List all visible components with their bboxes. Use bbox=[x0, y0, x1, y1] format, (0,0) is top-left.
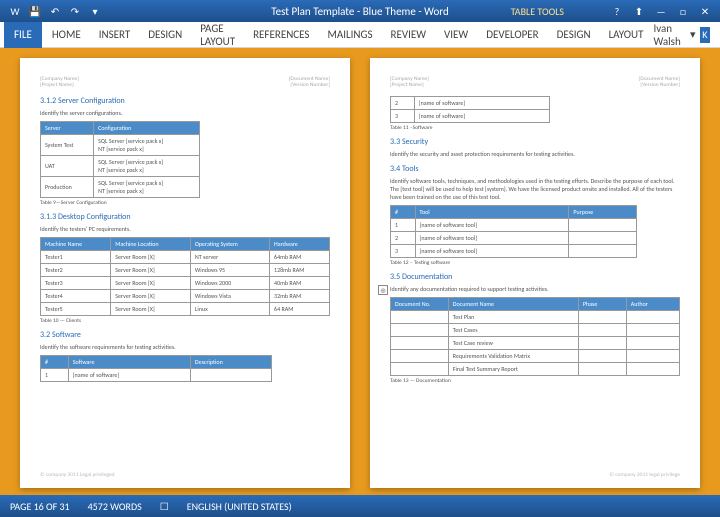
status-words[interactable]: 4572 WORDS bbox=[88, 500, 142, 513]
document-page-right[interactable]: [Company Name][Project Name] [Document N… bbox=[370, 58, 700, 488]
table-row: UATSQL Server [service pack x] NT [servi… bbox=[41, 156, 200, 177]
tab-review[interactable]: REVIEW bbox=[383, 24, 435, 45]
quick-access-toolbar: W 💾 ↶ ↷ ▾ bbox=[0, 4, 110, 18]
section-3-1-2-body[interactable]: Identify the server configurations. bbox=[40, 109, 330, 117]
user-name: Ivan Walsh bbox=[653, 22, 686, 48]
table-row: Test Plan bbox=[391, 311, 680, 324]
table-row: Tester3Server Room [X]Windows 200040mb R… bbox=[41, 277, 330, 290]
tab-references[interactable]: REFERENCES bbox=[245, 24, 317, 45]
section-3-2-body[interactable]: Identify the software requirements for t… bbox=[40, 343, 330, 351]
table-row: #SoftwareDescription bbox=[41, 356, 272, 369]
table-row: Tester4Server Room [X]Windows Vista32mb … bbox=[41, 290, 330, 303]
undo-icon[interactable]: ↶ bbox=[48, 4, 62, 18]
save-icon[interactable]: 💾 bbox=[28, 4, 42, 18]
table-tools[interactable]: #ToolPurpose 1[name of software tool] 2[… bbox=[390, 205, 637, 258]
status-bar: PAGE 16 OF 31 4572 WORDS ☐ ENGLISH (UNIT… bbox=[0, 495, 720, 517]
table-row: ServerConfiguration bbox=[41, 122, 200, 135]
tab-page-layout[interactable]: PAGE LAYOUT bbox=[192, 18, 243, 52]
section-3-1-3-body[interactable]: Identify the testers' PC requirements. bbox=[40, 225, 330, 233]
tab-developer[interactable]: DEVELOPER bbox=[478, 24, 546, 45]
file-tab[interactable]: FILE bbox=[4, 22, 42, 48]
tab-home[interactable]: HOME bbox=[44, 24, 89, 45]
table-row: Test Cases bbox=[391, 324, 680, 337]
table-row: 2[name of software tool] bbox=[391, 232, 637, 245]
ribbon-tabs: FILE HOME INSERT DESIGN PAGE LAYOUT REFE… bbox=[0, 22, 720, 48]
section-3-5-title[interactable]: 3.5 Documentation bbox=[390, 272, 680, 282]
table-row: Tester2Server Room [X]Windows 95128mb RA… bbox=[41, 264, 330, 277]
status-language[interactable]: ENGLISH (UNITED STATES) bbox=[187, 500, 292, 513]
table-documentation[interactable]: Document No.Document NamePhaseAuthor Tes… bbox=[390, 297, 680, 376]
section-3-4-body[interactable]: Identify software tools, techniques, and… bbox=[390, 177, 680, 201]
tab-table-design[interactable]: DESIGN bbox=[549, 24, 599, 45]
redo-icon[interactable]: ↷ bbox=[68, 4, 82, 18]
tab-mailings[interactable]: MAILINGS bbox=[319, 24, 380, 45]
header-version: [Version Number] bbox=[289, 82, 330, 88]
user-badge: K bbox=[700, 27, 711, 43]
tab-design[interactable]: DESIGN bbox=[140, 24, 190, 45]
table-row: Machine NameMachine LocationOperating Sy… bbox=[41, 238, 330, 251]
status-page[interactable]: PAGE 16 OF 31 bbox=[10, 500, 70, 513]
titlebar: W 💾 ↶ ↷ ▾ Test Plan Template - Blue Them… bbox=[0, 0, 720, 22]
header-project: [Project Name] bbox=[390, 82, 429, 88]
section-3-5-body[interactable]: Identify any documentation required to s… bbox=[390, 285, 680, 293]
tab-view[interactable]: VIEW bbox=[436, 24, 476, 45]
qat-dropdown-icon[interactable]: ▾ bbox=[88, 4, 102, 18]
page-header: [Company Name][Project Name] [Document N… bbox=[40, 76, 330, 88]
minimize-icon[interactable]: — bbox=[652, 4, 670, 18]
table-row: Requirements Validation Matrix bbox=[391, 350, 680, 363]
table-9-caption[interactable]: Table 9—Server Configuration bbox=[40, 200, 330, 206]
context-tab-label: TABLE TOOLS bbox=[511, 5, 564, 18]
document-workspace[interactable]: [Company Name][Project Name] [Document N… bbox=[0, 48, 720, 495]
table-10-caption[interactable]: Table 10 — Clients bbox=[40, 318, 330, 324]
table-13-caption[interactable]: Table 13 — Documentation bbox=[390, 378, 680, 384]
table-row: Tester5Server Room [X]Linux64 RAM bbox=[41, 303, 330, 316]
document-page-left[interactable]: [Company Name][Project Name] [Document N… bbox=[20, 58, 350, 488]
help-icon[interactable]: ? bbox=[608, 4, 626, 18]
table-row: Final Test Summary Report bbox=[391, 363, 680, 376]
page-footer: © company 2011 legal privilege bbox=[390, 472, 680, 478]
tab-insert[interactable]: INSERT bbox=[91, 24, 139, 45]
table-row: 3[name of software tool] bbox=[391, 245, 637, 258]
status-spellcheck-icon[interactable]: ☐ bbox=[160, 500, 169, 513]
section-3-3-body[interactable]: Identify the security and asset protecti… bbox=[390, 150, 680, 158]
table-row: #ToolPurpose bbox=[391, 206, 637, 219]
table-software-cont[interactable]: 2[name of software] 3[name of software] bbox=[390, 96, 550, 123]
table-software[interactable]: #SoftwareDescription 1[name of software] bbox=[40, 355, 272, 382]
table-row: Tester1Server Room [X]NT server64mb RAM bbox=[41, 251, 330, 264]
section-3-2-title[interactable]: 3.2 Software bbox=[40, 330, 330, 340]
header-version: [Version Number] bbox=[639, 82, 680, 88]
section-3-1-3-title[interactable]: 3.1.3 Desktop Configuration bbox=[40, 212, 330, 222]
word-icon: W bbox=[8, 4, 22, 18]
page-footer: © company 2011 Legal privileged bbox=[40, 472, 330, 478]
header-project: [Project Name] bbox=[40, 82, 79, 88]
tab-table-layout[interactable]: LAYOUT bbox=[601, 24, 652, 45]
table-row: Document No.Document NamePhaseAuthor bbox=[391, 298, 680, 311]
table-row: Test Case review bbox=[391, 337, 680, 350]
table-row: ProductionSQL Server [service pack x] NT… bbox=[41, 177, 200, 198]
section-3-1-2-title[interactable]: 3.1.2 Server Configuration bbox=[40, 96, 330, 106]
page-header: [Company Name][Project Name] [Document N… bbox=[390, 76, 680, 88]
table-row: 1[name of software tool] bbox=[391, 219, 637, 232]
table-row: 1[name of software] bbox=[41, 369, 272, 382]
table-row: 2[name of software] bbox=[391, 97, 550, 110]
user-dropdown-icon: ▾ bbox=[690, 28, 696, 41]
table-server-config[interactable]: ServerConfiguration System TestSQL Serve… bbox=[40, 121, 200, 198]
close-icon[interactable]: ✕ bbox=[696, 4, 714, 18]
user-account[interactable]: Ivan Walsh ▾ K bbox=[653, 22, 716, 48]
table-row: 3[name of software] bbox=[391, 110, 550, 123]
table-row: System TestSQL Server [service pack x] N… bbox=[41, 135, 200, 156]
table-11-caption[interactable]: Table 11 –Software bbox=[390, 125, 680, 131]
table-desktop-config[interactable]: Machine NameMachine LocationOperating Sy… bbox=[40, 237, 330, 316]
maximize-icon[interactable]: □ bbox=[674, 4, 692, 18]
table-12-caption[interactable]: Table 12 – Testing software bbox=[390, 260, 680, 266]
section-3-3-title[interactable]: 3.3 Security bbox=[390, 137, 680, 147]
ribbon-collapse-icon[interactable]: ⬆ bbox=[630, 4, 648, 18]
section-3-4-title[interactable]: 3.4 Tools bbox=[390, 164, 680, 174]
table-anchor-icon[interactable]: ⊕ bbox=[378, 285, 388, 295]
window-title: Test Plan Template - Blue Theme - Word bbox=[271, 5, 449, 18]
